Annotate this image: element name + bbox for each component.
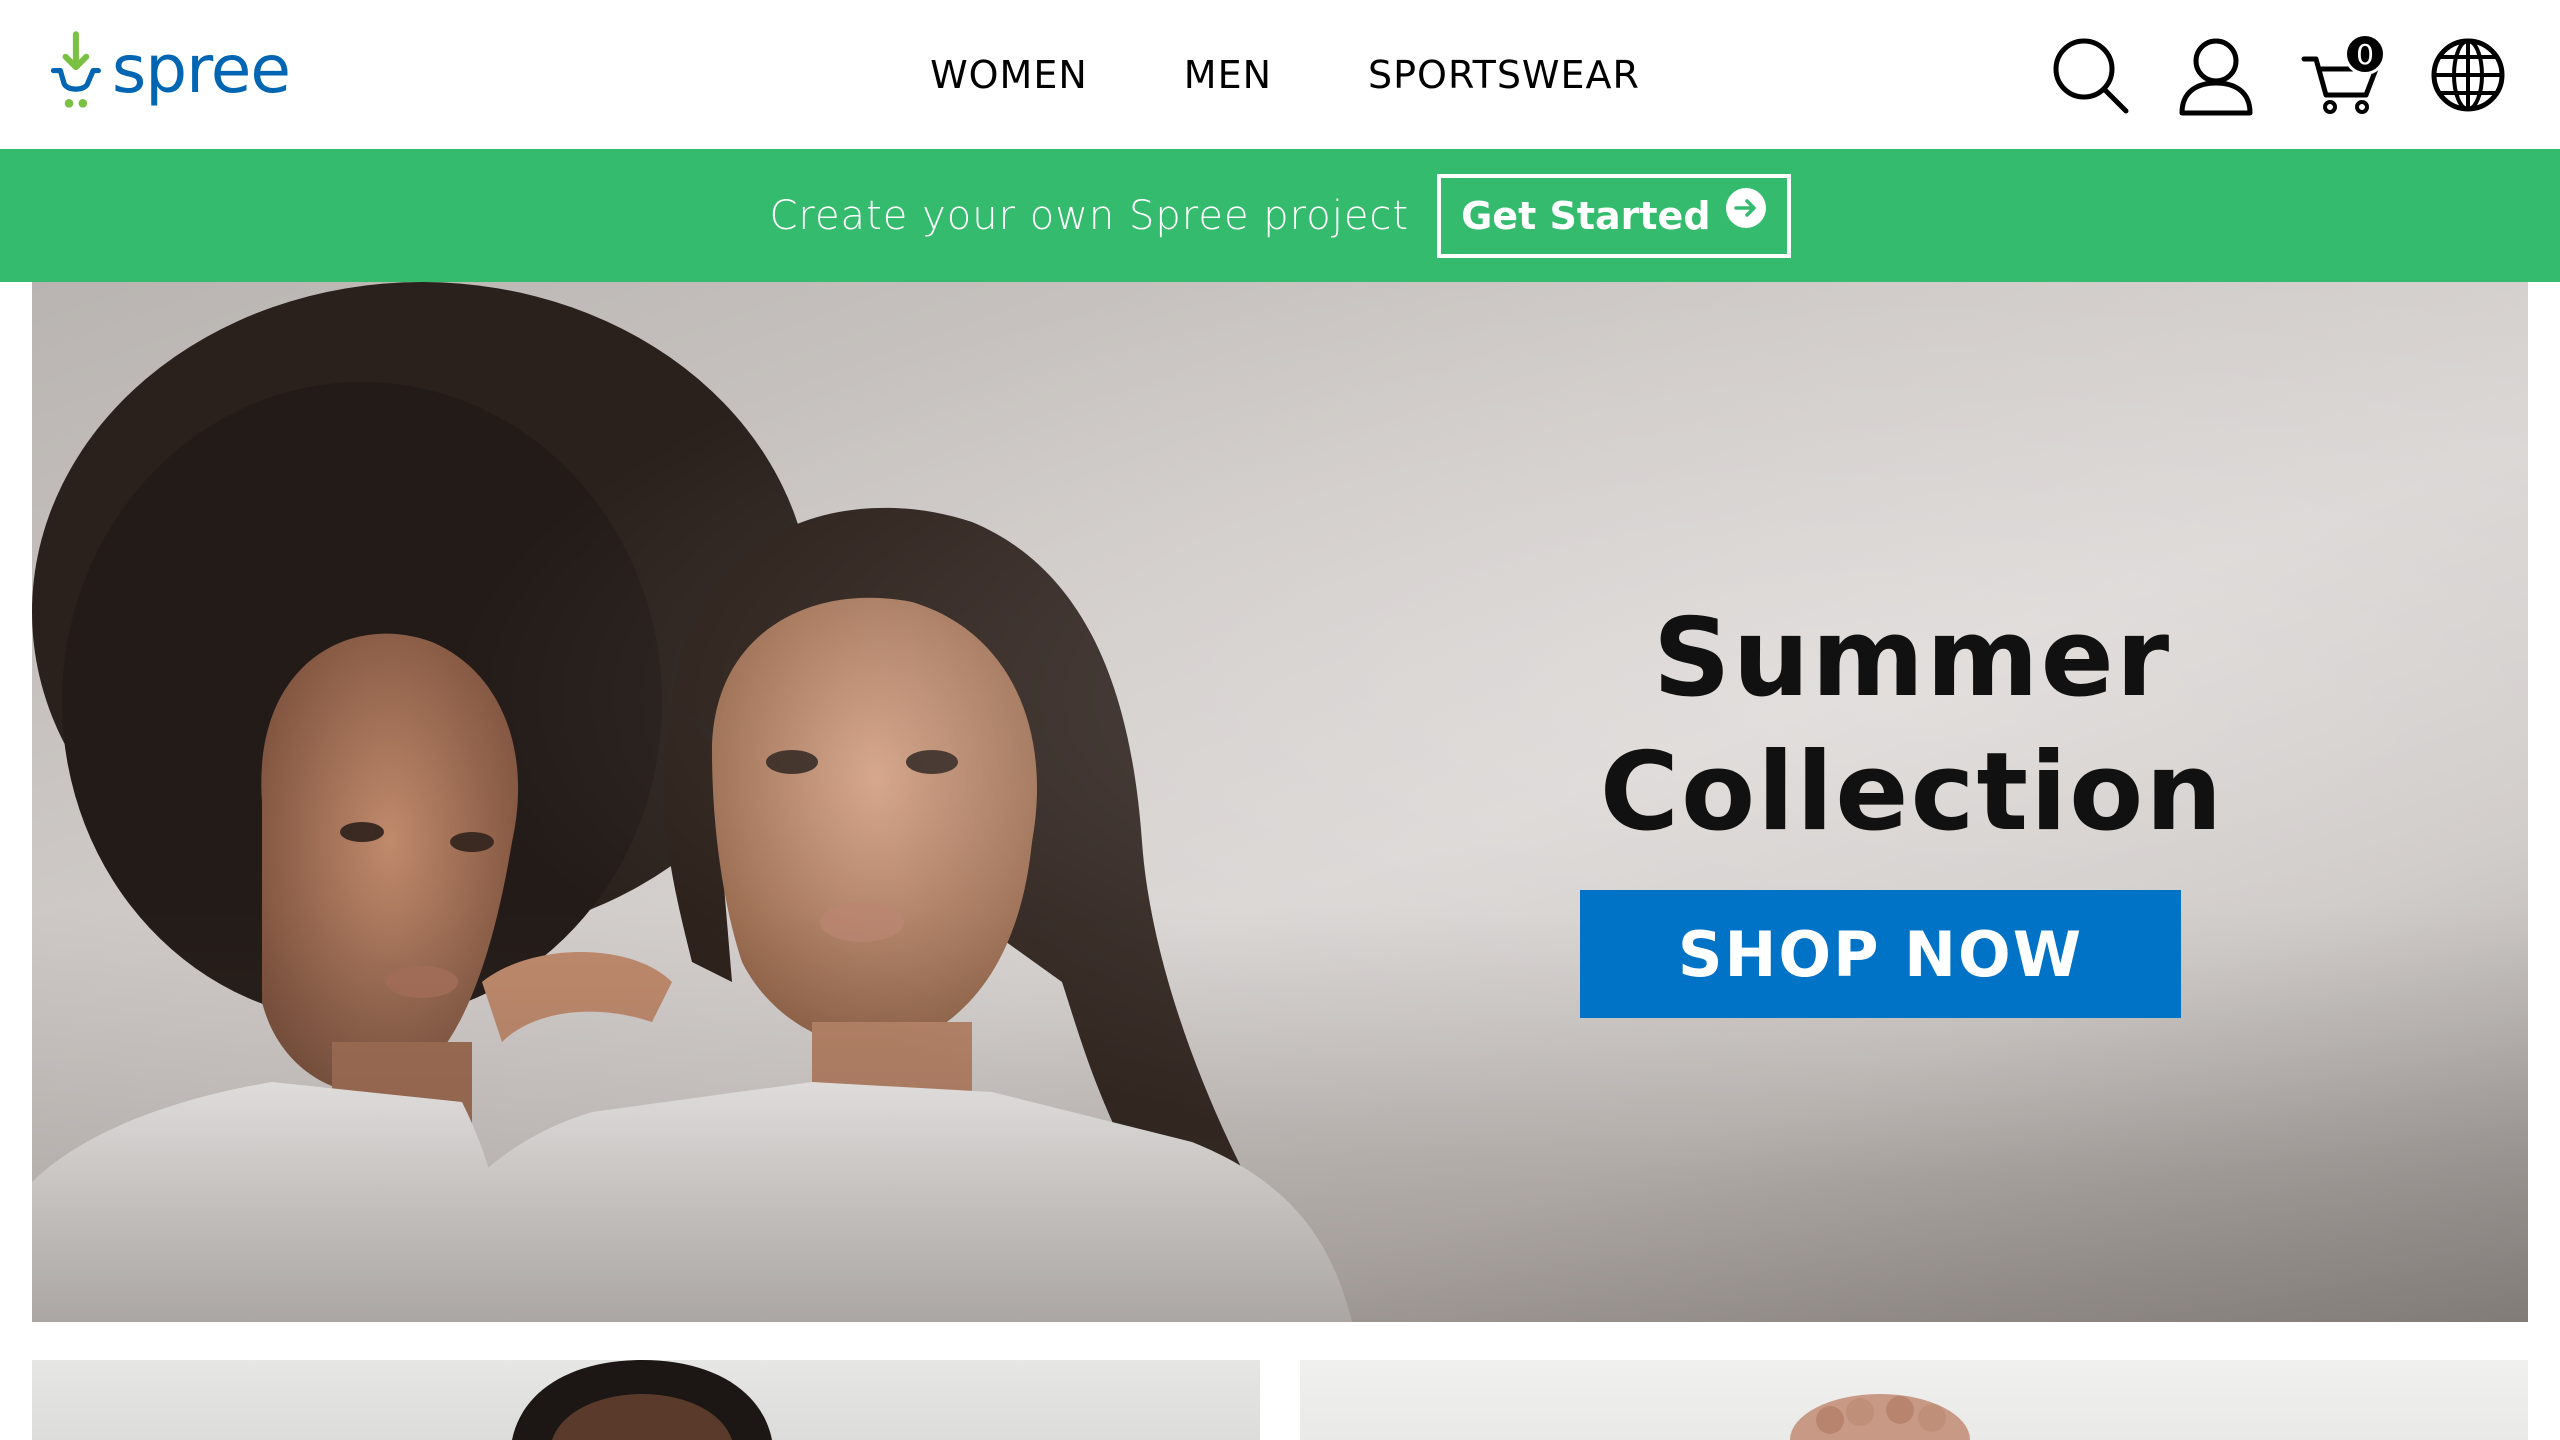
hero-title-line2: Collection [1599,730,2225,855]
user-icon [2179,38,2253,116]
arrow-right-circle-icon [1725,187,1766,228]
account-button[interactable] [2174,33,2258,117]
shop-now-button[interactable]: SHOP NOW [1580,890,2181,1018]
globe-icon [2431,38,2505,112]
header-icons: 0 [2006,30,2510,120]
hero-title: Summer Collection [1502,592,2322,860]
spree-logo[interactable]: spree [50,26,291,122]
logo-wordmark: spree [111,31,291,108]
promo-text: Create your own Spree project [769,192,1410,239]
promo-banner: Create your own Spree project Get Starte… [0,149,2560,282]
search-button[interactable] [2048,33,2132,117]
locale-button[interactable] [2426,33,2510,117]
hero-title-line1: Summer [1652,596,2172,721]
get-started-button[interactable]: Get Started [1437,173,1791,258]
tile-image-man [512,1360,772,1440]
spree-logo-icon [50,31,101,108]
category-tile-men[interactable] [32,1360,1260,1440]
nav-item-sportswear[interactable]: SPORTSWEAR [1368,53,1640,97]
cart-button[interactable]: 0 [2300,33,2386,117]
site-header: spree WOMEN MEN SPORTSWEAR 0 [0,0,2560,149]
search-icon [2053,38,2129,114]
nav-item-women[interactable]: WOMEN [930,53,1088,97]
hero-banner[interactable]: Summer Collection SHOP NOW [32,282,2528,1322]
tile-image-woman [1790,1394,1970,1440]
cart-count-badge: 0 [2344,33,2386,75]
category-tile-women[interactable] [1300,1360,2528,1440]
nav-item-men[interactable]: MEN [1184,53,1272,97]
get-started-label: Get Started [1461,193,1711,238]
